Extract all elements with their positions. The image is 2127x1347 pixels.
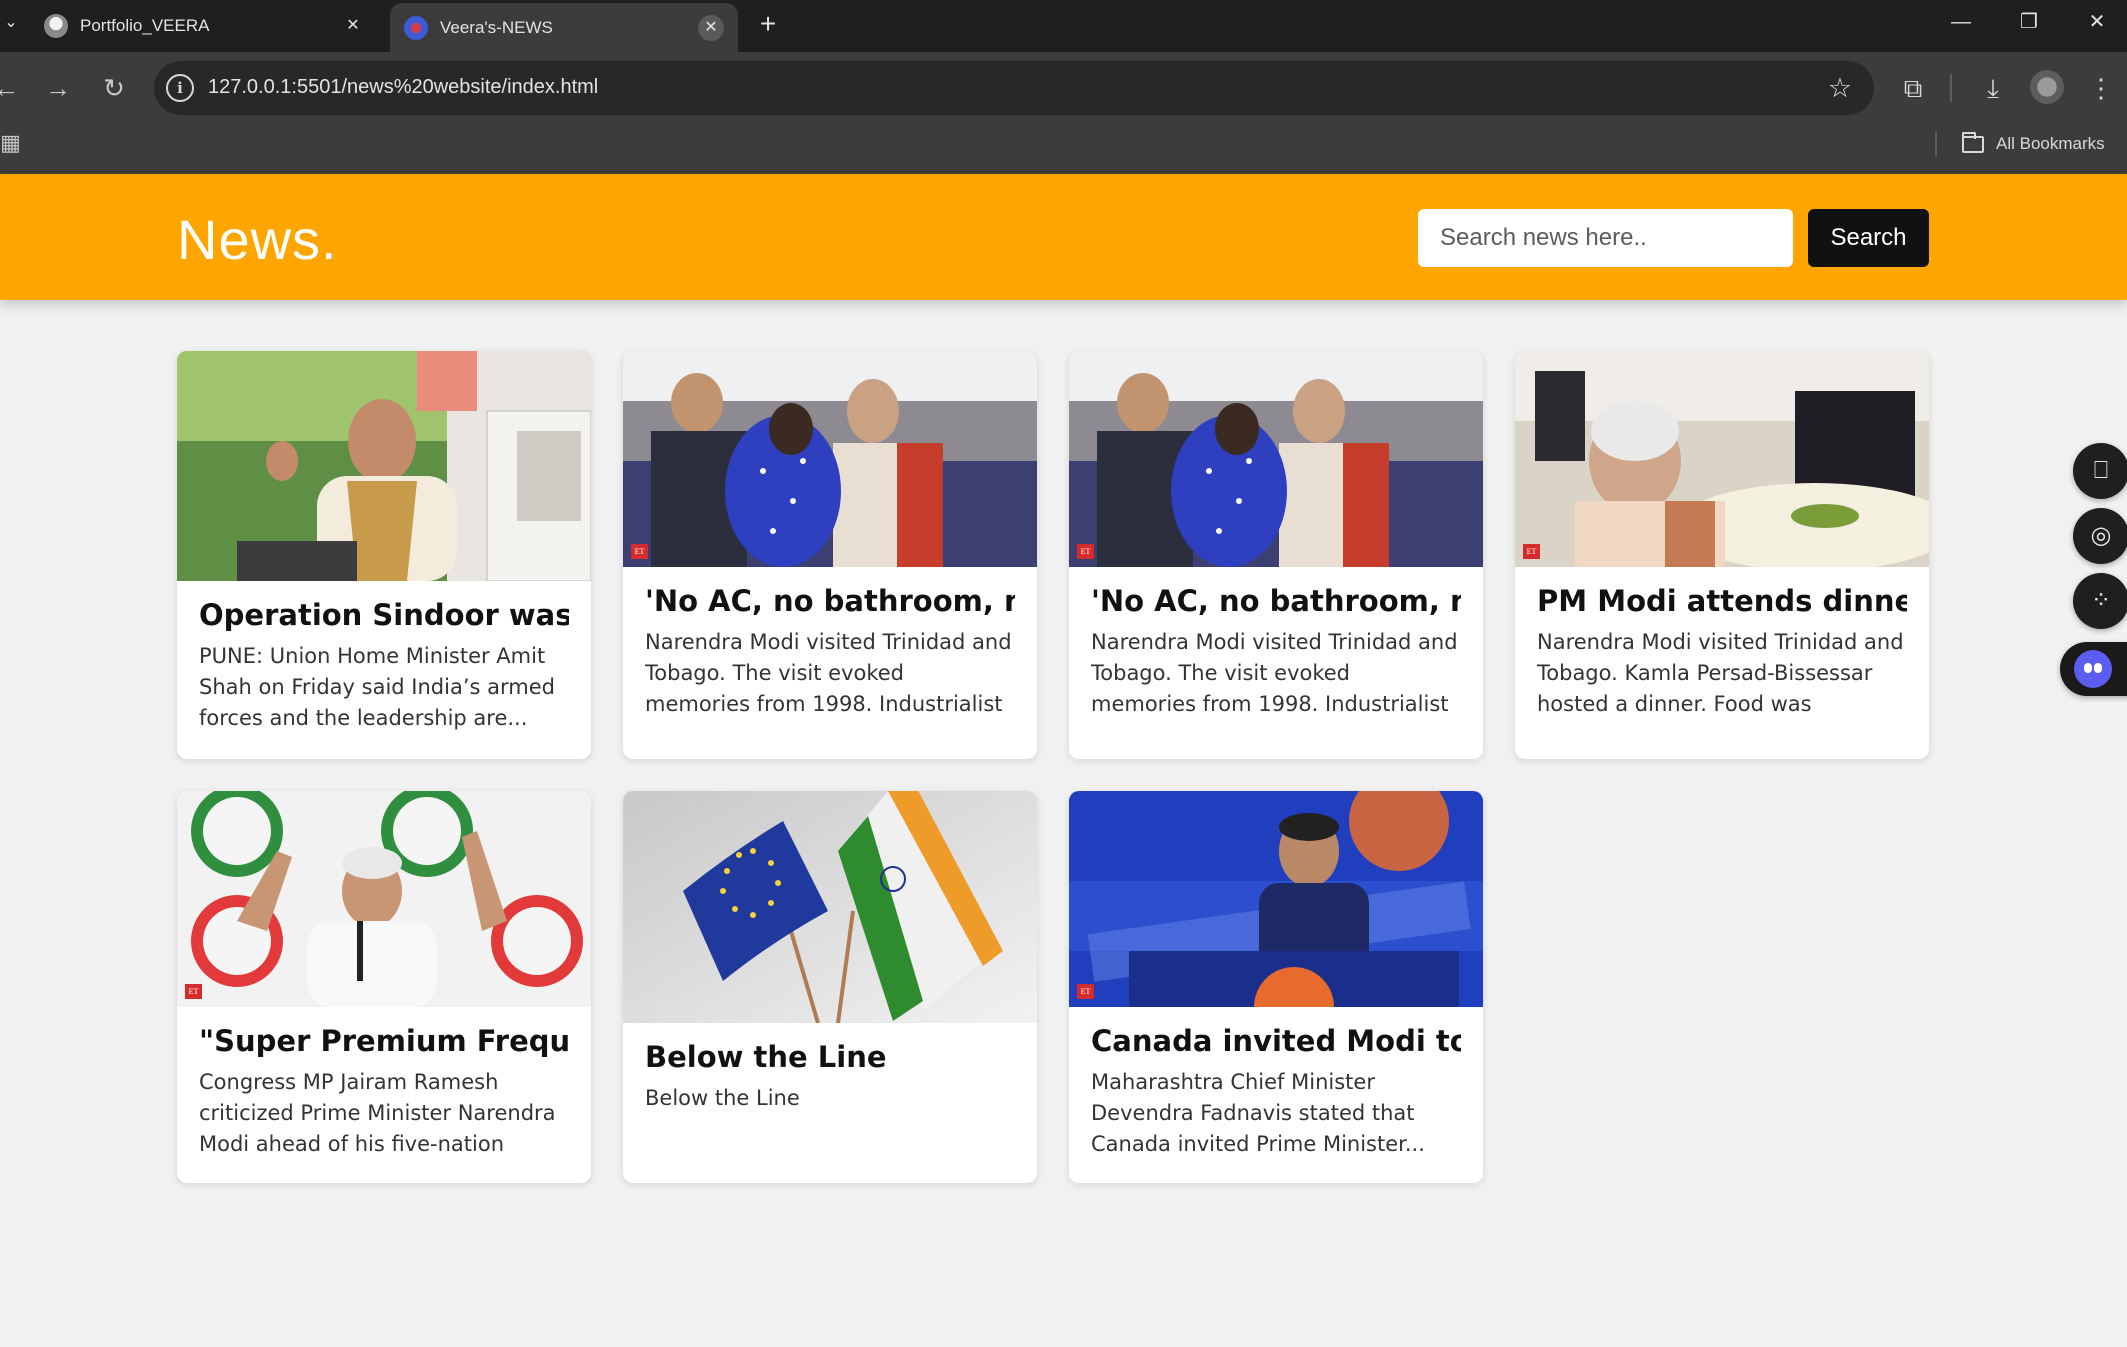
close-icon[interactable]: ✕ — [698, 14, 724, 41]
back-button[interactable]: ← — [0, 68, 26, 108]
et-badge: ET — [631, 544, 648, 559]
card-description: Narendra Modi visited Trinidad and Tobag… — [1091, 630, 1458, 716]
toolbar-divider — [1950, 74, 1952, 102]
site-logo[interactable]: News. — [177, 210, 338, 270]
card-title[interactable]: Operation Sindoor was ‘f... — [199, 595, 569, 635]
folder-icon — [1962, 131, 1984, 153]
forward-button[interactable]: → — [38, 68, 78, 108]
reload-button[interactable]: ↻ — [94, 68, 134, 108]
apps-icon[interactable]: ⁘ — [2073, 573, 2127, 629]
broadcast-icon[interactable]: ◎ — [2073, 508, 2127, 564]
all-bookmarks-label: All Bookmarks — [1996, 134, 2105, 153]
card-body: Operation Sindoor was ‘f... PUNE: Union … — [177, 581, 591, 734]
news-card[interactable]: Operation Sindoor was ‘f... PUNE: Union … — [177, 351, 591, 759]
apps-grid-icon[interactable]: ▦ — [0, 130, 21, 156]
et-badge: ET — [1077, 544, 1094, 559]
et-badge: ET — [185, 984, 202, 999]
more-menu-icon[interactable]: ⋮ — [2079, 66, 2123, 110]
window-close-button[interactable]: ✕ — [2063, 0, 2127, 44]
tab-title: Veera's-NEWS — [440, 17, 553, 37]
card-description: PUNE: Union Home Minister Amit Shah on F… — [199, 644, 555, 730]
browser-tab-strip: ⌄ Portfolio_VEERA ✕ Veera's-NEWS ✕ + — ❐… — [0, 0, 2127, 52]
et-badge: ET — [1077, 984, 1094, 999]
card-title[interactable]: Below the Line — [645, 1037, 1015, 1077]
address-bar[interactable]: i 127.0.0.1:5501/news%20website/index.ht… — [154, 61, 1874, 115]
card-title[interactable]: 'No AC, no bathroom, no... — [645, 581, 1015, 621]
card-description: Congress MP Jairam Ramesh criticized Pri… — [199, 1070, 556, 1156]
restore-button[interactable]: ❐ — [1995, 0, 2063, 44]
news-card[interactable]: Below the Line Below the Line — [623, 791, 1037, 1183]
bookmark-star-icon[interactable]: ☆ — [1822, 70, 1858, 106]
news-image: ET — [623, 351, 1037, 567]
extensions-puzzle-icon[interactable]: ⧉ — [1891, 66, 1935, 110]
et-badge: ET — [1523, 544, 1540, 559]
tab-title: Portfolio_VEERA — [80, 16, 210, 35]
bookmarks-divider — [1935, 132, 1937, 156]
url-text[interactable]: 127.0.0.1:5501/news%20website/index.html — [208, 76, 598, 99]
card-body: 'No AC, no bathroom, no... Narendra Modi… — [1069, 567, 1483, 720]
card-body: 'No AC, no bathroom, no... Narendra Modi… — [623, 567, 1037, 720]
card-body: Below the Line Below the Line — [623, 1023, 1037, 1176]
bot-face-icon — [2074, 650, 2112, 688]
browser-toolbar: ← → ↻ i 127.0.0.1:5501/news%20website/in… — [0, 52, 2127, 174]
profile-avatar[interactable] — [2030, 70, 2064, 104]
new-tab-button[interactable]: + — [752, 8, 784, 40]
card-title[interactable]: "Super Premium Frequen... — [199, 1021, 569, 1061]
card-description: Maharashtra Chief Minister Devendra Fadn… — [1091, 1070, 1425, 1156]
assistant-bot-button[interactable] — [2060, 642, 2127, 696]
news-image: ET — [177, 791, 591, 1007]
news-card[interactable]: ET Canada invited Modi to ... Maharashtr… — [1069, 791, 1483, 1183]
minimize-button[interactable]: — — [1927, 0, 1995, 44]
news-image: ET — [1069, 791, 1483, 1007]
tab-search-chevron-icon[interactable]: ⌄ — [0, 10, 22, 36]
site-info-icon[interactable]: i — [166, 74, 194, 102]
news-image — [623, 791, 1037, 1023]
portfolio-favicon-icon — [44, 14, 68, 38]
download-icon[interactable]: ⤓ — [1971, 66, 2015, 110]
card-body: Canada invited Modi to ... Maharashtra C… — [1069, 1007, 1483, 1160]
card-title[interactable]: PM Modi attends dinner ... — [1537, 581, 1907, 621]
search-button[interactable]: Search — [1808, 209, 1929, 267]
card-body: PM Modi attends dinner ... Narendra Modi… — [1515, 567, 1929, 720]
news-favicon-icon — [404, 15, 428, 40]
news-card[interactable]: ET "Super Premium Frequen... Congress MP… — [177, 791, 591, 1183]
search-input[interactable] — [1418, 209, 1793, 267]
card-description: Narendra Modi visited Trinidad and Tobag… — [1537, 630, 1904, 716]
site-header: News. Search — [0, 174, 2127, 300]
tab-portfolio[interactable]: Portfolio_VEERA ✕ — [30, 0, 380, 52]
all-bookmarks-button[interactable]: All Bookmarks — [1962, 130, 2105, 158]
card-title[interactable]: 'No AC, no bathroom, no... — [1091, 581, 1461, 621]
news-image: ET — [1515, 351, 1929, 567]
card-description: Below the Line — [645, 1086, 800, 1110]
news-card[interactable]: ET 'No AC, no bathroom, no... Narendra M… — [623, 351, 1037, 759]
tab-news[interactable]: Veera's-NEWS ✕ — [390, 3, 738, 52]
news-image — [177, 351, 591, 581]
news-image: ET — [1069, 351, 1483, 567]
news-card[interactable]: ET PM Modi attends dinner ... Narendra M… — [1515, 351, 1929, 759]
card-body: "Super Premium Frequen... Congress MP Ja… — [177, 1007, 591, 1160]
close-icon[interactable]: ✕ — [340, 13, 366, 39]
card-description: Narendra Modi visited Trinidad and Tobag… — [645, 630, 1012, 716]
reading-mode-icon[interactable]: ⎕ — [2073, 443, 2127, 499]
card-title[interactable]: Canada invited Modi to ... — [1091, 1021, 1461, 1061]
news-card[interactable]: ET 'No AC, no bathroom, no... Narendra M… — [1069, 351, 1483, 759]
